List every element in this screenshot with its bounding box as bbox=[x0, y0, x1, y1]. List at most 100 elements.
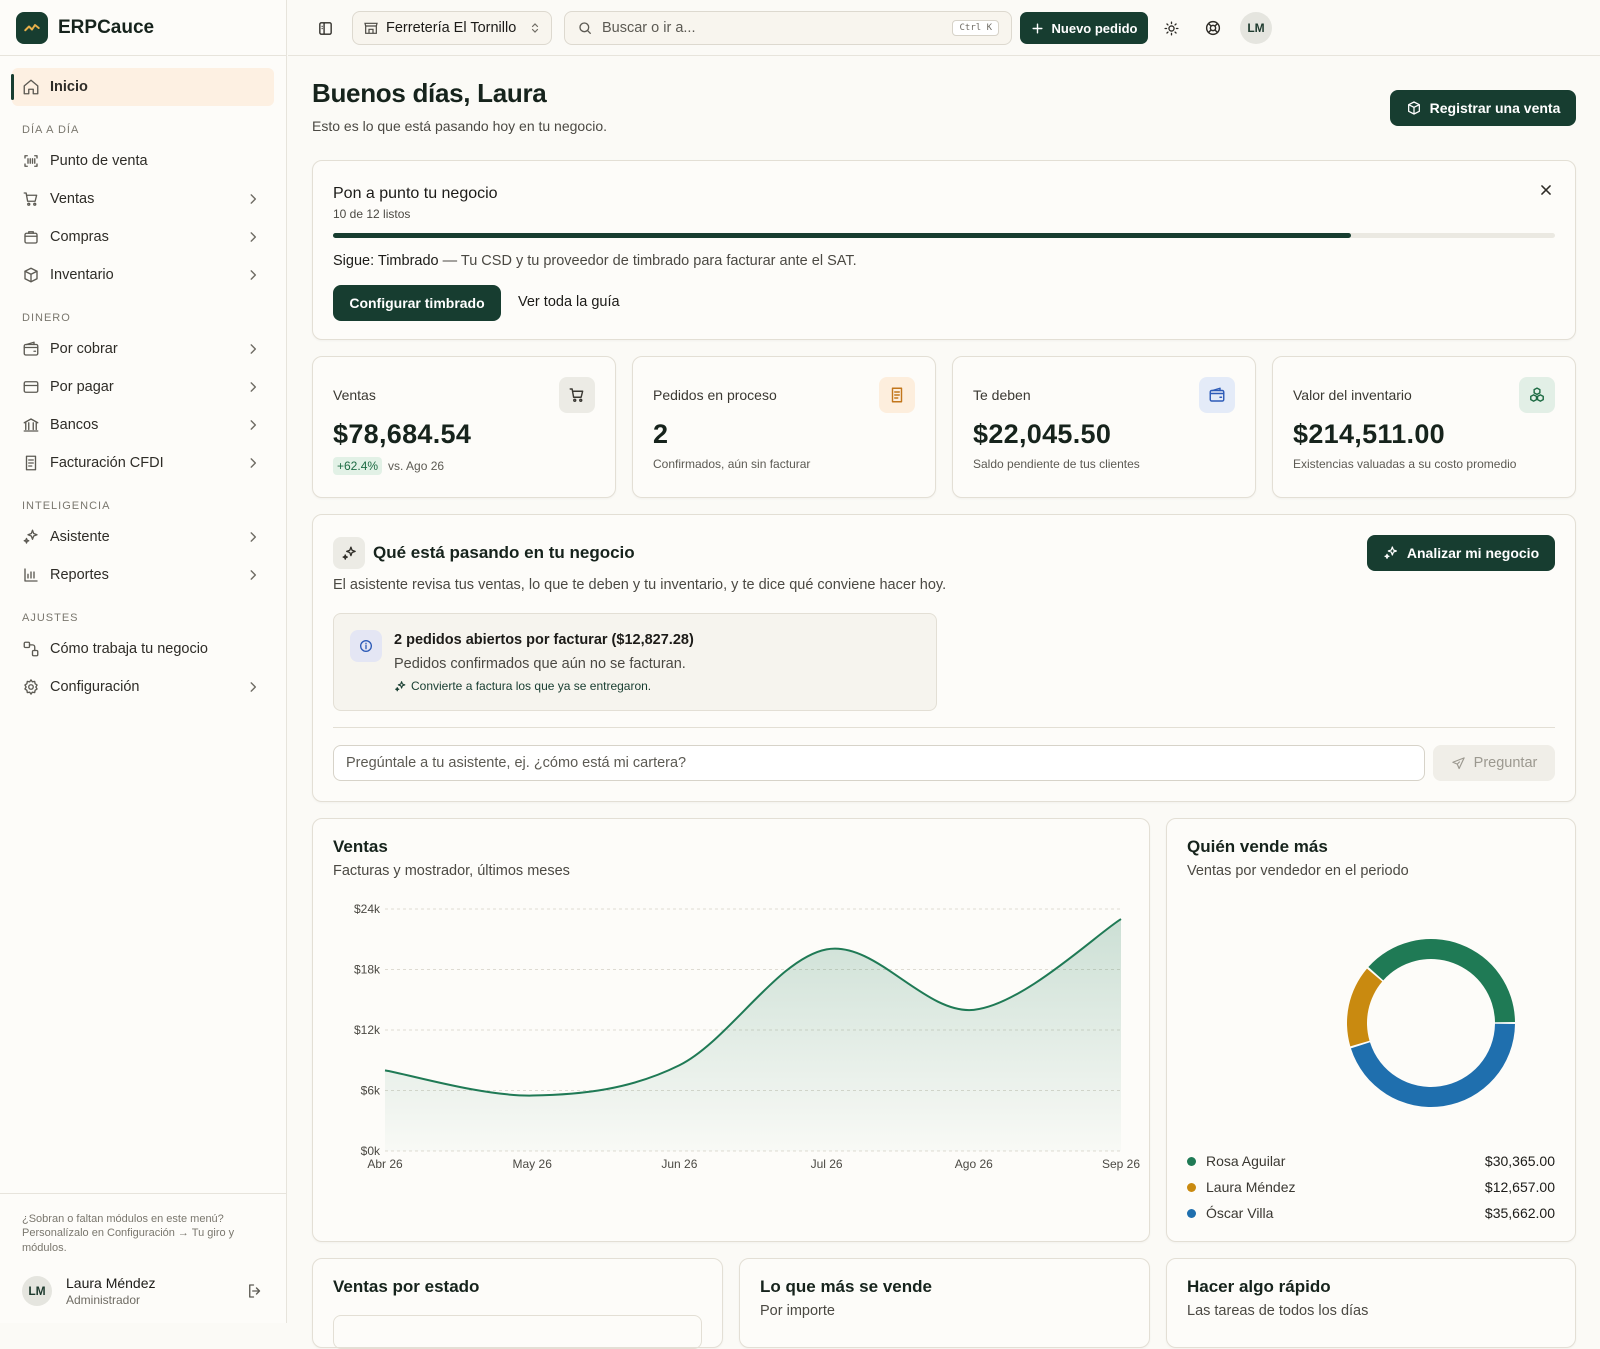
kpi-value: $22,045.50 bbox=[973, 419, 1112, 449]
kpi-card[interactable]: Pedidos en proceso 2 Confirmados, aún sin … bbox=[632, 356, 936, 498]
plus-icon bbox=[1031, 22, 1044, 35]
close-icon[interactable] bbox=[1539, 183, 1553, 197]
sparkles-icon bbox=[394, 680, 407, 693]
sidebar-item-label: Asistente bbox=[50, 529, 110, 545]
top-sellers-card: Quién vende más Ventas por vendedor en e… bbox=[1166, 818, 1576, 1242]
chevron-right-icon bbox=[246, 342, 260, 356]
search-placeholder: Buscar o ir a... bbox=[602, 20, 696, 36]
sidebar-item-ventas[interactable]: Ventas bbox=[12, 180, 274, 218]
chevron-right-icon bbox=[246, 230, 260, 244]
user-profile[interactable]: LM Laura Méndez Administrador bbox=[22, 1275, 264, 1307]
donut-slice-rosa-aguilar[interactable] bbox=[1368, 939, 1515, 1023]
page-title: Buenos días, Laura bbox=[312, 78, 547, 108]
legend-amount: $30,365.00 bbox=[1484, 1153, 1555, 1169]
sidebar-item-por-pagar[interactable]: Por pagar bbox=[12, 368, 274, 406]
sidebar-item-compras[interactable]: Compras bbox=[12, 218, 274, 256]
sales-chart-card: Ventas Facturas y mostrador, últimos mes… bbox=[312, 818, 1150, 1242]
analyze-label: Analizar mi negocio bbox=[1406, 545, 1540, 561]
page-subtitle: Esto es lo que está pasando hoy en tu ne… bbox=[312, 118, 607, 134]
sidebar-item-por-cobrar[interactable]: Por cobrar bbox=[12, 330, 274, 368]
sidebar-item-reportes[interactable]: Reportes bbox=[12, 556, 274, 594]
app-name: ERPCauce bbox=[58, 16, 155, 38]
ask-label: Preguntar bbox=[1473, 755, 1538, 771]
card-subtitle: Las tareas de todos los días bbox=[1187, 1303, 1369, 1319]
search-input[interactable]: Buscar o ir a... Ctrl K bbox=[564, 11, 1012, 45]
assistant-desc: El asistente revisa tus ventas, lo que t… bbox=[333, 577, 947, 593]
scan-icon bbox=[22, 152, 40, 170]
kpi-card[interactable]: Te deben $22,045.50 Saldo pendiente de tus… bbox=[952, 356, 1256, 498]
sidebar-item-asistente[interactable]: Asistente bbox=[12, 518, 274, 556]
bar-chart-icon bbox=[22, 566, 40, 584]
avatar: LM bbox=[22, 1275, 52, 1306]
card-title: Lo que más se vende bbox=[760, 1277, 932, 1296]
sidebar-item-label: Cómo trabaja tu negocio bbox=[50, 641, 208, 657]
store-name: Ferretería El Tornillo bbox=[386, 20, 517, 36]
legend-swatch bbox=[1187, 1156, 1196, 1166]
insight-card[interactable]: 2 pedidos abiertos por facturar ($12,827… bbox=[333, 613, 937, 711]
sidebar-item-label: Configuración bbox=[50, 679, 140, 695]
chevron-updown-icon bbox=[529, 22, 541, 34]
avatar[interactable]: LM bbox=[1240, 12, 1272, 44]
boxes-icon bbox=[1519, 377, 1555, 413]
sidebar-item-label: Inventario bbox=[50, 267, 114, 283]
ask-button[interactable]: Preguntar bbox=[1433, 745, 1555, 781]
chevron-right-icon bbox=[246, 456, 260, 470]
sidebar-item-label: Ventas bbox=[50, 191, 95, 207]
card-icon bbox=[22, 378, 40, 396]
sidebar-item-inicio[interactable]: Inicio bbox=[11, 68, 274, 106]
search-icon bbox=[577, 20, 593, 36]
sidebar-item-punto-de-venta[interactable]: Punto de venta bbox=[12, 142, 274, 180]
sidebar-item-facturación-cfdi[interactable]: Facturación CFDI bbox=[12, 444, 274, 482]
x-tick-label: May 26 bbox=[513, 1157, 553, 1171]
insight-action[interactable]: Convierte a factura los que ya se entreg… bbox=[394, 679, 651, 693]
full-guide-link[interactable]: Ver toda la guía bbox=[518, 294, 620, 310]
setup-next: Sigue: Timbrado — Tu CSD y tu proveedor … bbox=[333, 253, 857, 269]
chevron-right-icon bbox=[246, 530, 260, 544]
sellers-title: Quién vende más bbox=[1187, 837, 1328, 856]
kpi-card[interactable]: Ventas $78,684.54 +62.4% vs. Ago 26 bbox=[312, 356, 616, 498]
card-subtitle: Por importe bbox=[760, 1303, 835, 1319]
sidebar-item-cómo-trabaja-tu-negocio[interactable]: Cómo trabaja tu negocio bbox=[12, 630, 274, 668]
kpi-card[interactable]: Valor del inventario $214,511.00 Existenci… bbox=[1272, 356, 1576, 498]
sun-icon[interactable] bbox=[1156, 13, 1186, 43]
sidebar-item-bancos[interactable]: Bancos bbox=[12, 406, 274, 444]
shortcut-hint: Ctrl K bbox=[952, 20, 999, 36]
invoice-icon bbox=[22, 454, 40, 472]
sellers-subtitle: Ventas por vendedor en el periodo bbox=[1187, 863, 1409, 879]
sidebar-item-label: Facturación CFDI bbox=[50, 455, 164, 471]
sidebar-toggle-icon[interactable] bbox=[310, 13, 340, 43]
legend-swatch bbox=[1187, 1208, 1196, 1218]
bank-icon bbox=[22, 416, 40, 434]
legend-name: Laura Méndez bbox=[1206, 1179, 1296, 1195]
donut-slice-laura-méndez[interactable] bbox=[1347, 968, 1383, 1047]
register-sale-button[interactable]: Registrar una venta bbox=[1390, 90, 1576, 126]
kpi-subtext: Saldo pendiente de tus clientes bbox=[973, 457, 1140, 471]
x-tick-label: Jul 26 bbox=[811, 1157, 843, 1171]
sidebar-item-label: Reportes bbox=[50, 567, 109, 583]
brand[interactable]: ERPCauce bbox=[0, 0, 286, 56]
new-order-button[interactable]: Nuevo pedido bbox=[1020, 12, 1148, 44]
chevron-right-icon bbox=[246, 380, 260, 394]
y-tick-label: $18k bbox=[354, 963, 381, 977]
sidebar-item-inventario[interactable]: Inventario bbox=[12, 256, 274, 294]
store-selector[interactable]: Ferretería El Tornillo bbox=[352, 11, 552, 45]
status-filter[interactable] bbox=[333, 1315, 702, 1349]
analyze-button[interactable]: Analizar mi negocio bbox=[1367, 535, 1555, 571]
sidebar-section-title: DINERO bbox=[22, 312, 71, 324]
summary-card: Hacer algo rápido Las tareas de todos los… bbox=[1166, 1258, 1576, 1348]
logout-icon[interactable] bbox=[246, 1282, 264, 1300]
send-icon bbox=[1451, 756, 1466, 771]
configure-stamping-button[interactable]: Configurar timbrado bbox=[333, 285, 501, 321]
user-name: Laura Méndez bbox=[66, 1274, 156, 1291]
help-icon[interactable] bbox=[1198, 13, 1228, 43]
ask-input[interactable]: Pregúntale a tu asistente, ej. ¿cómo est… bbox=[333, 745, 1425, 781]
assistant-title: Qué está pasando en tu negocio bbox=[373, 543, 635, 562]
kpi-note: Existencias valuadas a su costo promedio bbox=[1293, 457, 1517, 471]
sidebar-nav: Inicio DÍA A DÍA Punto de venta Ventas Comp… bbox=[0, 56, 286, 706]
sidebar-item-configuración[interactable]: Configuración bbox=[12, 668, 274, 706]
kpi-note: Confirmados, aún sin facturar bbox=[653, 457, 811, 471]
donut-slice-óscar-villa[interactable] bbox=[1350, 1023, 1515, 1107]
kpi-value: $78,684.54 bbox=[333, 419, 472, 449]
info-icon bbox=[350, 630, 382, 662]
insight-body: Pedidos confirmados que aún no se factur… bbox=[394, 656, 686, 672]
